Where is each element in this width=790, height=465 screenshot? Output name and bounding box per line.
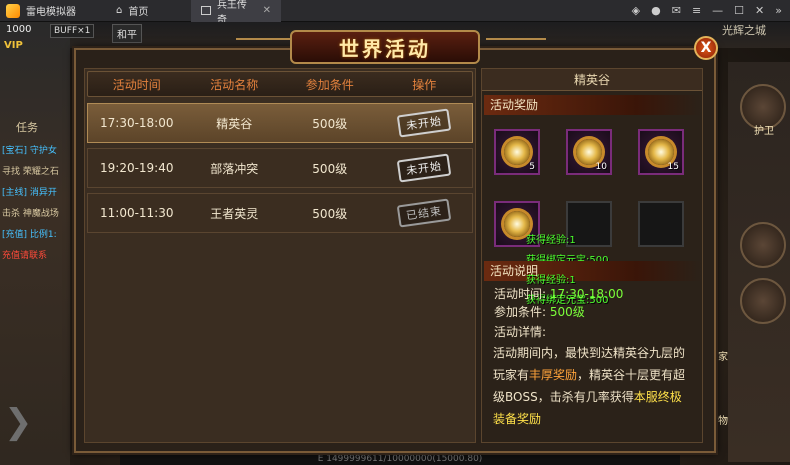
reward-slot[interactable]: 10 xyxy=(566,129,612,175)
tab-close-icon[interactable]: ✕ xyxy=(263,5,271,16)
activity-name: 王者英灵 xyxy=(210,206,259,221)
mail-icon[interactable]: ✉ xyxy=(672,4,681,17)
dialog-title: 世界活动 xyxy=(290,30,480,64)
header-ornament-left xyxy=(236,38,296,52)
task-line[interactable]: [宝石] 守护女 xyxy=(2,143,57,156)
joystick-arrow-icon[interactable]: ❯ xyxy=(4,402,33,442)
activity-row-elite-valley[interactable]: 17:30-18:00 精英谷 500级 未开始 xyxy=(87,103,473,143)
task-line[interactable]: 击杀 神魔战场 xyxy=(2,206,59,219)
activity-name: 部落冲突 xyxy=(210,161,259,176)
user-icon[interactable]: ● xyxy=(651,4,661,17)
header-time: 活动时间 xyxy=(112,77,161,92)
gold-medal-icon xyxy=(504,139,530,165)
vip-badge[interactable]: VIP xyxy=(4,40,23,51)
task-tab[interactable]: 任务 xyxy=(16,119,38,135)
time-label: 活动时间: xyxy=(494,287,547,301)
game-tab-icon xyxy=(201,6,211,15)
app-name: 雷电模拟器 xyxy=(26,7,76,18)
activity-condition: 500级 xyxy=(312,161,348,176)
reward-slot[interactable]: 5 xyxy=(494,129,540,175)
activity-status-stamp: 未开始 xyxy=(396,153,452,183)
pk-mode-button[interactable]: 和平 xyxy=(112,24,142,43)
minimize-icon[interactable]: — xyxy=(712,4,723,17)
activity-time-info: 活动时间: 17:30-18:00 xyxy=(494,285,623,302)
buff-indicator[interactable]: BUFF×1 xyxy=(50,24,95,38)
hud-left-panel xyxy=(0,22,70,465)
header-action: 操作 xyxy=(412,77,437,92)
reward-count: 10 xyxy=(595,162,607,172)
activity-status-stamp: 已结束 xyxy=(396,198,452,228)
activity-list-header: 活动时间 活动名称 参加条件 操作 xyxy=(87,71,473,97)
detail-title: 精英谷 xyxy=(482,69,702,91)
activity-row-king-spirit[interactable]: 11:00-11:30 王者英灵 500级 已结束 xyxy=(87,193,473,233)
condition-label: 参加条件: xyxy=(494,305,547,319)
tab-home-label: 首页 xyxy=(128,7,149,18)
activity-condition-info: 参加条件: 500级 xyxy=(494,303,585,320)
header-name: 活动名称 xyxy=(210,77,259,92)
skill-button-2[interactable] xyxy=(740,278,786,324)
task-line[interactable]: [主线] 消异开 xyxy=(2,185,57,198)
menu-icon[interactable]: ≡ xyxy=(692,4,701,17)
skill-button[interactable] xyxy=(740,222,786,268)
activity-time: 19:20-19:40 xyxy=(100,161,174,175)
header-condition: 参加条件 xyxy=(305,77,354,92)
activity-time: 17:30-18:00 xyxy=(100,116,174,130)
activity-status-stamp: 未开始 xyxy=(396,108,452,138)
condition-value: 500级 xyxy=(549,305,585,319)
task-line[interactable]: [充值] 比例1: xyxy=(2,227,57,240)
floating-exp-text: 获得经验:1 xyxy=(526,275,576,286)
activity-condition: 500级 xyxy=(312,206,348,221)
activity-details-label: 活动详情: xyxy=(494,325,547,339)
activity-condition: 500级 xyxy=(312,116,348,131)
info-section-title: 活动说明 xyxy=(484,261,702,281)
dialog-close-button[interactable]: X xyxy=(694,36,718,60)
close-icon[interactable]: ✕ xyxy=(755,4,764,17)
guard-label: 护卫 xyxy=(754,126,774,137)
map-name: 光辉之城 xyxy=(722,24,766,37)
exp-bar: E 1499999611/10000000(15000.80) xyxy=(120,453,680,465)
reward-slot[interactable]: 15 xyxy=(638,129,684,175)
player-level: 1000 xyxy=(6,24,32,35)
emulator-titlebar: 雷电模拟器 ⌂ 首页 兵王传奇 ✕ ◈ ● ✉ ≡ — ☐ ✕ » xyxy=(0,0,790,26)
activity-time: 11:00-11:30 xyxy=(100,206,174,220)
activity-description: 活动期间内，最快到达精英谷九层的玩家有丰厚奖励，精英谷十层更有超级BOSS，击杀… xyxy=(493,342,693,430)
emulator-logo-icon xyxy=(6,3,20,18)
reward-slot-empty xyxy=(638,201,684,247)
time-value: 17:30-18:00 xyxy=(549,287,624,301)
tab-home[interactable]: ⌂ 首页 xyxy=(106,0,191,22)
header-ornament-right xyxy=(486,38,546,52)
home-icon: ⌂ xyxy=(116,5,123,16)
reward-count: 5 xyxy=(529,162,535,172)
activity-list-panel: 活动时间 活动名称 参加条件 操作 17:30-18:00 精英谷 500级 未… xyxy=(84,68,476,443)
maximize-icon[interactable]: ☐ xyxy=(734,4,744,17)
reward-section-title: 活动奖励 xyxy=(484,95,702,115)
activity-name: 精英谷 xyxy=(216,116,253,131)
floating-exp-text: 获得经验:1 xyxy=(526,235,576,246)
tab-game[interactable]: 兵王传奇 ✕ xyxy=(191,0,281,26)
expand-icon[interactable]: » xyxy=(775,4,782,17)
task-line[interactable]: 充值请联系 xyxy=(2,248,47,261)
gamepad-icon[interactable]: ◈ xyxy=(632,4,640,17)
reward-count: 15 xyxy=(667,162,679,172)
activity-row-tribe-clash[interactable]: 19:20-19:40 部落冲突 500级 未开始 xyxy=(87,148,473,188)
task-line[interactable]: 寻找 荣耀之石 xyxy=(2,164,59,177)
description-highlight-reward: 丰厚奖励 xyxy=(529,368,578,382)
